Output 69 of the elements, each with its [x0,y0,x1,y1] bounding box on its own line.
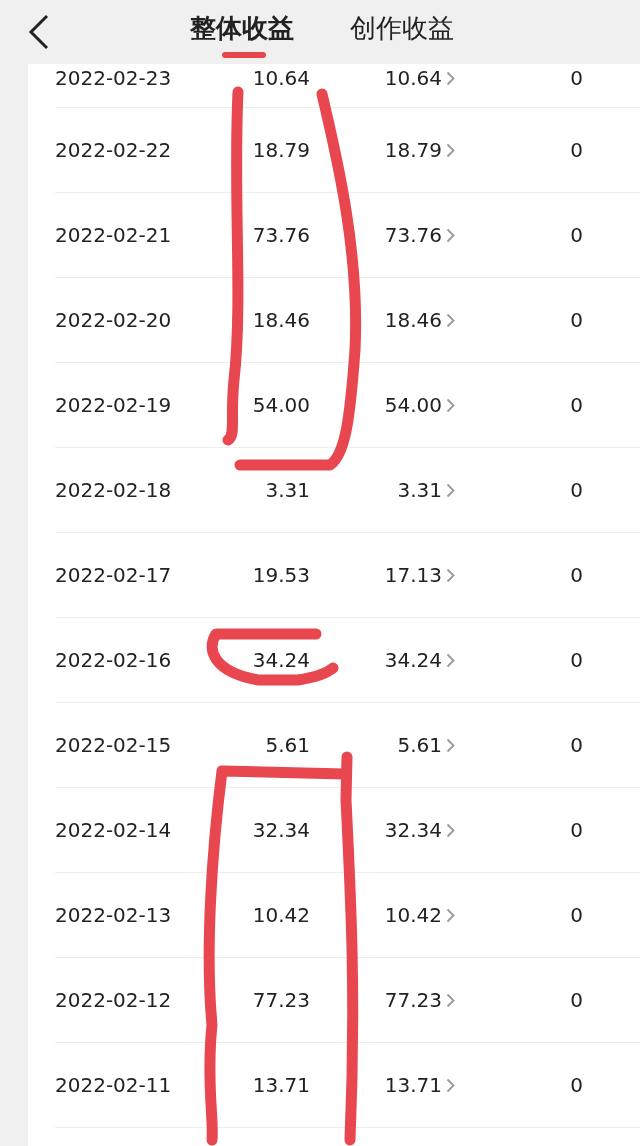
creation-earnings-link[interactable]: 18.46 [310,308,455,332]
date-cell-text: 2022-02-18 [55,478,173,502]
creation-earnings-link[interactable]: 17.13 [310,563,455,587]
other-earnings-cell-text: 0 [569,478,583,502]
other-earnings-cell-text: 0 [569,648,583,672]
other-earnings-cell-text: 0 [569,903,583,927]
chevron-right-icon [446,907,455,923]
other-earnings-cell-text: 0 [569,818,583,842]
creation-earnings-link[interactable]: 3.31 [310,478,455,502]
total-earnings-cell-text: 3.31 [264,478,310,502]
date-cell-text: 2022-02-11 [55,1073,173,1097]
other-earnings-cell-text: 0 [569,223,583,247]
date-cell-text: 2022-02-14 [55,818,173,842]
chevron-right-icon [446,227,455,243]
creation-earnings-link[interactable]: 18.79 [310,138,455,162]
other-earnings-cell-text: 0 [569,393,583,417]
date-cell-text: 2022-02-23 [55,66,173,90]
date-cell-text: 2022-02-22 [55,138,173,162]
chevron-right-icon [446,1077,455,1093]
tab-indicator [222,52,266,58]
date-cell-text: 2022-02-12 [55,988,173,1012]
date-cell-text: 2022-02-17 [55,563,173,587]
total-earnings-cell-text: 34.24 [251,648,310,672]
creation-earnings-link[interactable]: 5.61 [310,733,455,757]
creation-earnings-link[interactable]: 77.23 [310,988,455,1012]
other-earnings-cell-text: 0 [569,308,583,332]
date-cell-text: 2022-02-19 [55,393,173,417]
chevron-right-icon [446,482,455,498]
chevron-right-icon [446,142,455,158]
total-earnings-cell-text: 18.79 [251,138,310,162]
creation-earnings-link[interactable]: 54.00 [310,393,455,417]
total-earnings-cell-text: 19.53 [251,563,310,587]
total-earnings-cell-text: 13.71 [251,1073,310,1097]
total-earnings-cell-text: 10.42 [251,903,310,927]
total-earnings-cell-text: 5.61 [264,733,310,757]
chevron-right-icon [446,822,455,838]
date-cell-text: 2022-02-21 [55,223,173,247]
creation-earnings-link[interactable]: 34.24 [310,648,455,672]
creation-earnings-link[interactable]: 13.71 [310,1073,455,1097]
chevron-right-icon [446,652,455,668]
chevron-right-icon [446,737,455,753]
total-earnings-cell-text: 77.23 [251,988,310,1012]
total-earnings-cell-text: 10.64 [251,66,310,90]
other-earnings-cell-text: 0 [569,563,583,587]
total-earnings-cell-text: 54.00 [251,393,310,417]
date-cell-text: 2022-02-13 [55,903,173,927]
chevron-right-icon [446,70,455,86]
creation-earnings-link[interactable]: 32.34 [310,818,455,842]
creation-earnings-link[interactable]: 10.64 [310,66,455,90]
other-earnings-cell-text: 0 [569,988,583,1012]
other-earnings-cell-text: 0 [569,733,583,757]
other-earnings-cell-text: 0 [569,1073,583,1097]
tab[interactable]: 创作收益 [350,4,454,60]
creation-earnings-link[interactable]: 10.42 [310,903,455,927]
total-earnings-cell-text: 73.76 [251,223,310,247]
total-earnings-cell-text: 18.46 [251,308,310,332]
tab[interactable]: 整体收益 [190,4,294,60]
chevron-right-icon [446,992,455,1008]
total-earnings-cell-text: 32.34 [251,818,310,842]
other-earnings-cell-text: 0 [569,66,583,90]
other-earnings-cell-text: 0 [569,138,583,162]
chevron-right-icon [446,312,455,328]
date-cell-text: 2022-02-20 [55,308,173,332]
date-cell-text: 2022-02-16 [55,648,173,672]
creation-earnings-link[interactable]: 73.76 [310,223,455,247]
chevron-right-icon [446,567,455,583]
date-cell-text: 2022-02-15 [55,733,173,757]
chevron-right-icon [446,397,455,413]
back-icon [28,14,50,50]
